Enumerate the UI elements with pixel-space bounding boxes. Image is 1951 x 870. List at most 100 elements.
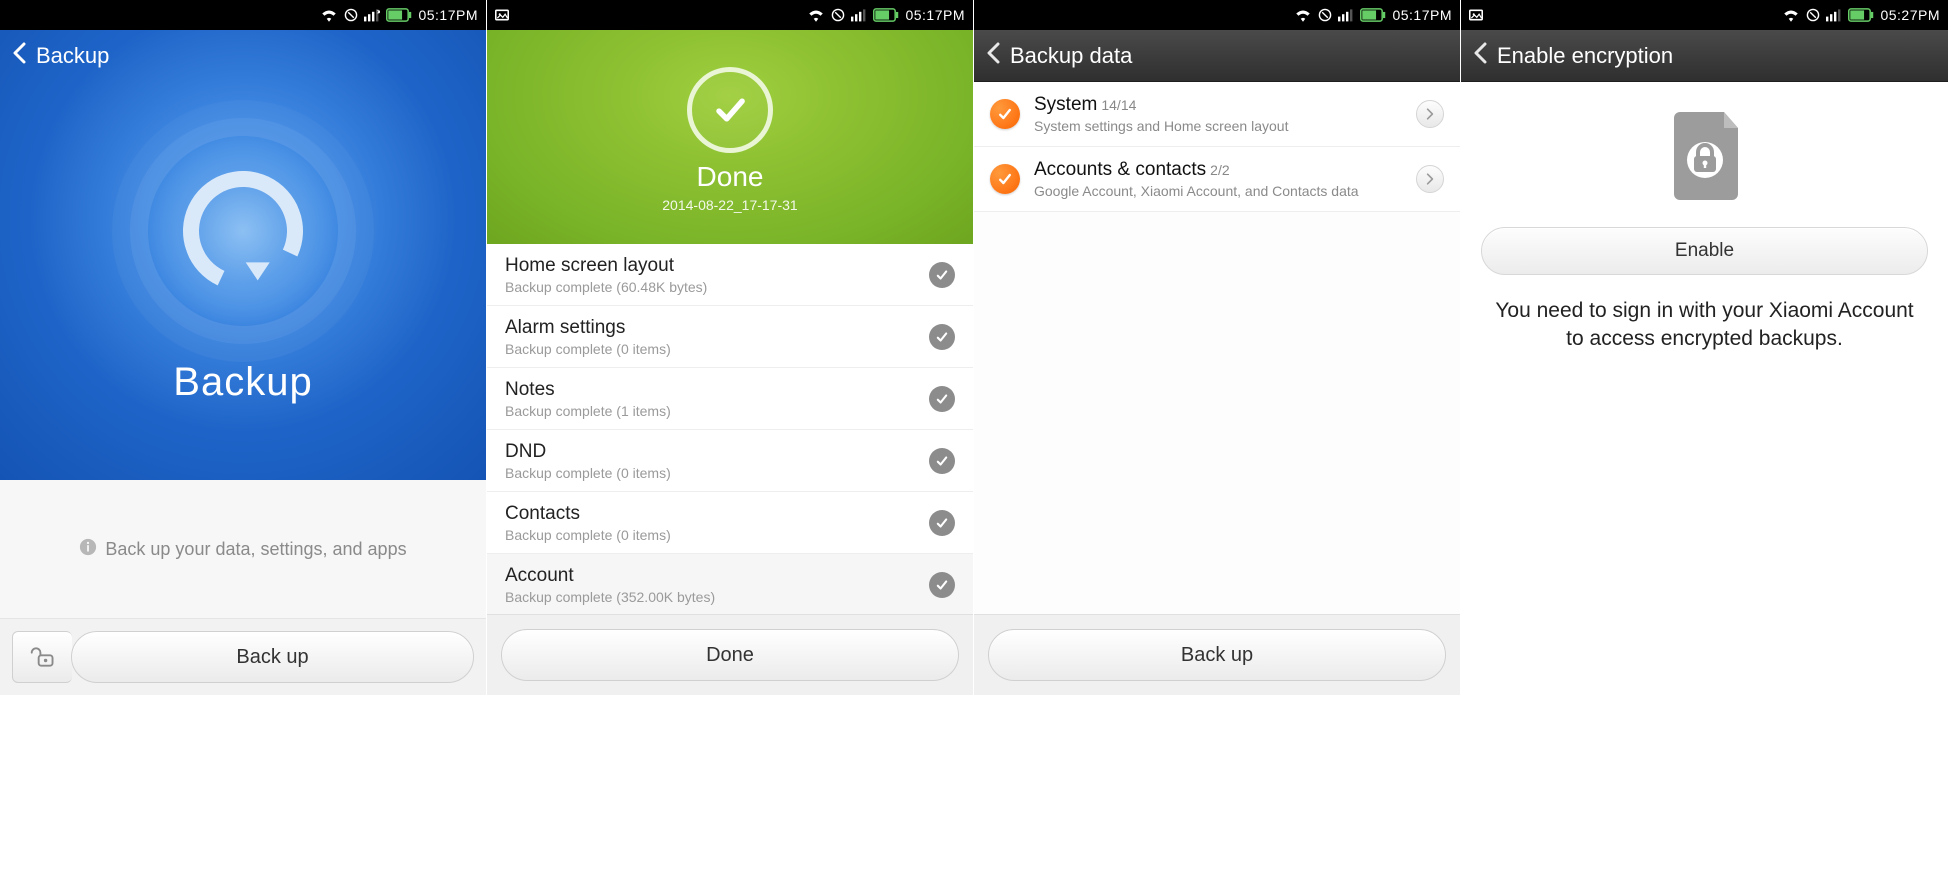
- screenshot-icon: [1469, 8, 1483, 22]
- disclosure-button[interactable]: [1416, 100, 1444, 128]
- result-title: Contacts: [505, 503, 671, 525]
- result-title: Home screen layout: [505, 255, 707, 277]
- header-title: Enable encryption: [1497, 43, 1673, 69]
- hero-panel: Backup: [0, 30, 486, 480]
- screen-backup-data: 05:17PM Backup data System14/14 System s…: [974, 0, 1461, 695]
- result-subtitle: Backup complete (352.00K bytes): [505, 589, 715, 605]
- enable-button[interactable]: Enable: [1481, 227, 1928, 275]
- result-item: Account Backup complete (352.00K bytes): [487, 554, 973, 614]
- done-hero: Done 2014-08-22_17-17-31: [487, 30, 973, 250]
- footer: Back up: [974, 614, 1460, 695]
- info-icon: [79, 538, 97, 561]
- status-bar: 05:27PM: [1461, 0, 1948, 30]
- header-title: Backup: [36, 43, 109, 69]
- battery-icon: [1848, 8, 1874, 22]
- backup-button[interactable]: Back up: [71, 631, 474, 683]
- battery-icon: [386, 8, 412, 22]
- status-time: 05:17PM: [418, 7, 478, 23]
- result-item: Home screen layout Backup complete (60.4…: [487, 244, 973, 306]
- disclosure-button[interactable]: [1416, 165, 1444, 193]
- category-item-accounts[interactable]: Accounts & contacts2/2 Google Account, X…: [974, 147, 1460, 212]
- status-time: 05:17PM: [905, 7, 965, 23]
- lock-illustration-icon: [1660, 106, 1750, 211]
- unlock-icon: [30, 646, 56, 668]
- result-title: Account: [505, 565, 715, 587]
- done-button[interactable]: Done: [501, 629, 959, 681]
- result-subtitle: Backup complete (1 items): [505, 403, 671, 419]
- sim-icon: [344, 8, 358, 22]
- backup-categories-list: System14/14 System settings and Home scr…: [974, 82, 1460, 212]
- back-icon[interactable]: [1473, 42, 1487, 70]
- result-item: DND Backup complete (0 items): [487, 430, 973, 492]
- result-subtitle: Backup complete (0 items): [505, 465, 671, 481]
- result-subtitle: Backup complete (60.48K bytes): [505, 279, 707, 295]
- check-icon: [929, 510, 955, 536]
- backup-button[interactable]: Back up: [988, 629, 1446, 681]
- done-button-label: Done: [706, 644, 754, 667]
- status-time: 05:27PM: [1880, 7, 1940, 23]
- check-icon: [929, 572, 955, 598]
- header-bar: Enable encryption: [1461, 30, 1948, 82]
- sim-icon: [831, 8, 845, 22]
- result-item: Notes Backup complete (1 items): [487, 368, 973, 430]
- sim-icon: [1318, 8, 1332, 22]
- done-check-icon: [687, 67, 773, 153]
- header-bar: Backup data: [974, 30, 1460, 82]
- hint-area: Back up your data, settings, and apps Ba…: [0, 480, 486, 695]
- category-subtitle: System settings and Home screen layout: [1034, 118, 1402, 134]
- empty-area: [974, 212, 1460, 614]
- result-title: DND: [505, 441, 671, 463]
- category-count: 14/14: [1101, 97, 1136, 113]
- category-title: System: [1034, 94, 1097, 115]
- category-subtitle: Google Account, Xiaomi Account, and Cont…: [1034, 183, 1402, 199]
- header-title: Backup data: [1010, 43, 1132, 69]
- footer: Done: [487, 614, 973, 695]
- enable-button-label: Enable: [1675, 240, 1734, 262]
- category-item-system[interactable]: System14/14 System settings and Home scr…: [974, 82, 1460, 147]
- status-time: 05:17PM: [1392, 7, 1452, 23]
- screenshot-icon: [495, 8, 509, 22]
- result-subtitle: Backup complete (0 items): [505, 341, 671, 357]
- selected-check-icon: [990, 99, 1020, 129]
- encryption-toggle[interactable]: [12, 631, 72, 683]
- footer: Back up: [0, 618, 486, 695]
- wifi-icon: [320, 8, 338, 22]
- status-bar: 05:17PM: [974, 0, 1460, 30]
- wifi-icon: [1782, 8, 1800, 22]
- signal-icon: [1826, 8, 1842, 22]
- result-item: Contacts Backup complete (0 items): [487, 492, 973, 554]
- result-item: Alarm settings Backup complete (0 items): [487, 306, 973, 368]
- chevron-right-icon: [1426, 173, 1434, 185]
- done-label: Done: [697, 161, 764, 193]
- category-count: 2/2: [1210, 162, 1229, 178]
- header-bar: Backup: [0, 30, 486, 82]
- status-bar: 05:17PM: [0, 0, 486, 30]
- back-icon[interactable]: [12, 42, 26, 70]
- hint-text: Back up your data, settings, and apps: [105, 539, 406, 560]
- backup-button-label: Back up: [236, 646, 308, 669]
- result-title: Alarm settings: [505, 317, 671, 339]
- selected-check-icon: [990, 164, 1020, 194]
- backup-results-list: Home screen layout Backup complete (60.4…: [487, 244, 973, 614]
- encryption-message: You need to sign in with your Xiaomi Acc…: [1481, 297, 1928, 354]
- wifi-icon: [1294, 8, 1312, 22]
- check-icon: [929, 324, 955, 350]
- signal-icon: [364, 8, 380, 22]
- screen-enable-encryption: 05:27PM Enable encryption Enable: [1461, 0, 1948, 695]
- check-icon: [929, 386, 955, 412]
- check-icon: [929, 448, 955, 474]
- category-title: Accounts & contacts: [1034, 159, 1206, 180]
- hero-label: Backup: [173, 360, 312, 405]
- chevron-right-icon: [1426, 108, 1434, 120]
- done-timestamp: 2014-08-22_17-17-31: [662, 197, 797, 213]
- sim-icon: [1806, 8, 1820, 22]
- screen-backup-done: 05:17PM Done 2014-08-22_17-17-31 Home sc…: [487, 0, 974, 695]
- back-icon[interactable]: [986, 42, 1000, 70]
- wifi-icon: [807, 8, 825, 22]
- screen-backup-landing: 05:17PM Backup Backup Back up your data,…: [0, 0, 487, 695]
- signal-icon: [1338, 8, 1354, 22]
- backup-button-label: Back up: [1181, 644, 1253, 667]
- result-title: Notes: [505, 379, 671, 401]
- status-bar: 05:17PM: [487, 0, 973, 30]
- result-subtitle: Backup complete (0 items): [505, 527, 671, 543]
